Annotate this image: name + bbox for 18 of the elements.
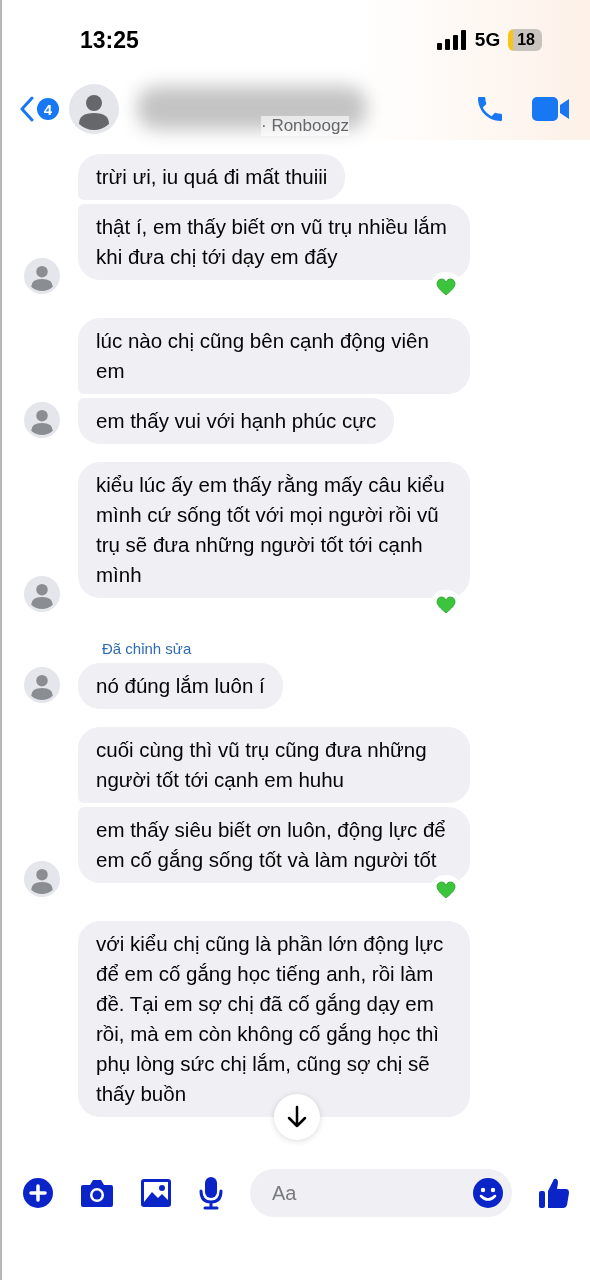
message-bubble: kiểu lúc ấy em thấy rằng mấy câu kiểu mình cứ sống tốt với mọi người rồi vũ trụ sẽ đưa những người tốt tới cạnh mình [78,462,470,598]
message-input[interactable]: Aa [270,1180,472,1206]
message-bubble: em thấy vui với hạnh phúc cực [78,398,395,444]
clock-time: 13:25 [80,26,139,54]
message-bubble: với kiểu chị cũng là phần lớn động lực để em cố gắng học tiếng anh, rồi làm đề. Tại em sợ chị đã cố gắng dạy em rồi, mà em còn không cố gắng học thì phụ lòng sức chị lắm, cũng sợ chị sẽ thấy buồn [78,921,470,1117]
message-bubble: nó đúng lắm luôn í [78,663,283,709]
contact-subtitle: · Ronboogz [261,116,349,136]
unread-badge: 4 [37,98,59,120]
network-label: 5G [474,29,501,51]
message-bubble: em thấy siêu biết ơn luôn, động lực để em cố gắng sống tốt và làm người tốt [78,807,470,883]
message-bubble: lúc nào chị cũng bên cạnh động viên em [78,318,470,394]
message-bubble: thật í, em thấy biết ơn vũ trụ nhiều lắm khi đưa chị tới dạy em đấy [78,204,470,280]
message-bubble: trừi ưi, iu quá đi mất thuiii [78,154,346,200]
back-button[interactable]: 4 [20,96,59,122]
battery-indicator: 18 [508,29,542,51]
message-bubble: cuối cùng thì vũ trụ cũng đưa những người tốt tới cạnh em huhu [78,727,470,803]
message-input-field[interactable]: Aa [250,1169,512,1217]
edited-label: Đã chỉnh sửa [101,640,193,657]
